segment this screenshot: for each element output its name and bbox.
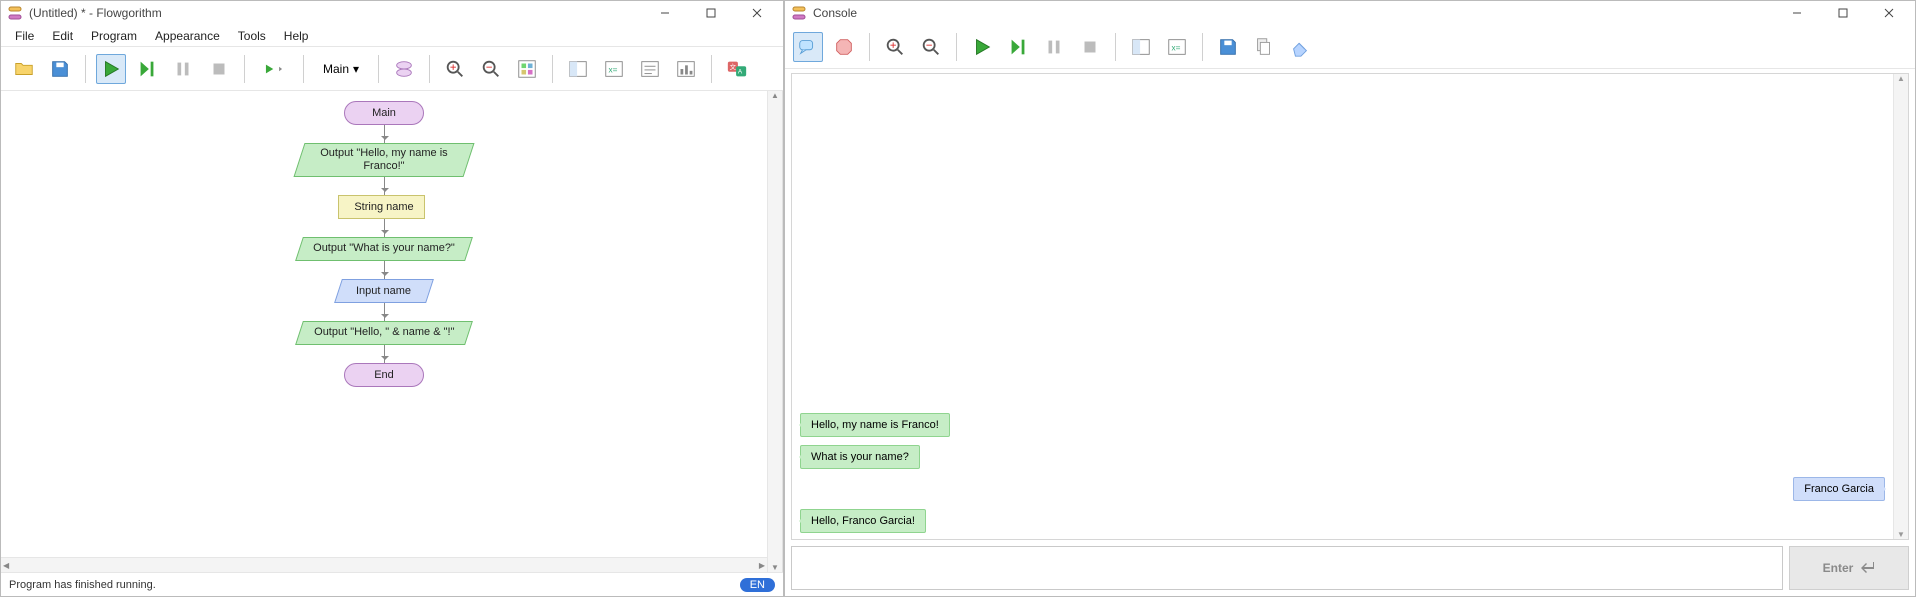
flow-arrow	[384, 261, 385, 279]
zoom-out-icon[interactable]	[916, 32, 946, 62]
statusbar: Program has finished running. EN	[1, 572, 783, 596]
console-message-out: Hello, Franco Garcia!	[800, 509, 926, 533]
flowchart: Main Output "Hello, my name is Franco!" …	[1, 91, 767, 557]
flowgorithm-window: (Untitled) * - Flowgorithm File Edit Pro…	[0, 0, 784, 597]
node-output-3[interactable]: Output "Hello, " & name & "!"	[295, 321, 473, 345]
function-selected: Main	[323, 62, 349, 76]
menu-program[interactable]: Program	[83, 27, 145, 45]
enter-arrow-icon	[1859, 560, 1875, 577]
zoom-out-icon[interactable]	[476, 54, 506, 84]
flow-arrow	[384, 303, 385, 321]
view-code-icon[interactable]	[563, 54, 593, 84]
minimize-button[interactable]	[645, 1, 685, 25]
horizontal-scrollbar[interactable]: ◀▶	[1, 557, 767, 572]
node-output-2[interactable]: Output "What is your name?"	[295, 237, 473, 261]
flow-arrow	[384, 125, 385, 143]
window-title: Console	[813, 6, 1771, 20]
menu-tools[interactable]: Tools	[230, 27, 274, 45]
stop-icon[interactable]	[204, 54, 234, 84]
titlebar: Console	[785, 1, 1915, 25]
status-message: Program has finished running.	[9, 579, 156, 591]
close-button[interactable]	[737, 1, 777, 25]
app-icon	[791, 5, 807, 21]
node-start[interactable]: Main	[344, 101, 424, 125]
clear-icon[interactable]	[1285, 32, 1315, 62]
layout-icon[interactable]	[512, 54, 542, 84]
maximize-button[interactable]	[1823, 1, 1863, 25]
translate-icon[interactable]: 文A	[722, 54, 752, 84]
menu-appearance[interactable]: Appearance	[147, 27, 228, 45]
console-message-in: Franco Garcia	[1793, 477, 1885, 501]
menubar: File Edit Program Appearance Tools Help	[1, 25, 783, 47]
save-icon[interactable]	[45, 54, 75, 84]
run-icon[interactable]	[967, 32, 997, 62]
function-dropdown[interactable]: Main ▾	[314, 58, 368, 80]
copy-icon[interactable]	[1249, 32, 1279, 62]
window-title: (Untitled) * - Flowgorithm	[29, 6, 639, 20]
console-toolbar: x=	[785, 25, 1915, 69]
flow-arrow	[384, 219, 385, 237]
speed-icon[interactable]	[255, 54, 293, 84]
view-chart-icon[interactable]	[671, 54, 701, 84]
stop-icon[interactable]	[1075, 32, 1105, 62]
menu-file[interactable]: File	[7, 27, 42, 45]
vertical-scrollbar[interactable]: ▲▼	[1893, 74, 1908, 539]
flowchart-canvas[interactable]: Main Output "Hello, my name is Franco!" …	[1, 91, 783, 572]
enter-label: Enter	[1823, 561, 1854, 575]
menu-help[interactable]: Help	[276, 27, 317, 45]
chevron-down-icon: ▾	[353, 62, 359, 76]
menu-edit[interactable]: Edit	[44, 27, 81, 45]
step-icon[interactable]	[132, 54, 162, 84]
titlebar: (Untitled) * - Flowgorithm	[1, 1, 783, 25]
stop-mode-icon[interactable]	[829, 32, 859, 62]
zoom-in-icon[interactable]	[440, 54, 470, 84]
view-console-icon[interactable]	[635, 54, 665, 84]
language-pill[interactable]: EN	[740, 578, 775, 592]
pause-icon[interactable]	[1039, 32, 1069, 62]
zoom-in-icon[interactable]	[880, 32, 910, 62]
svg-text:A: A	[738, 68, 743, 75]
node-input[interactable]: Input name	[334, 279, 434, 303]
console-input[interactable]	[791, 546, 1783, 590]
console-message-out: What is your name?	[800, 445, 920, 469]
chat-mode-icon[interactable]	[793, 32, 823, 62]
node-declare[interactable]: String name	[343, 195, 425, 219]
view-vars-icon[interactable]: x=	[599, 54, 629, 84]
step-icon[interactable]	[1003, 32, 1033, 62]
maximize-button[interactable]	[691, 1, 731, 25]
view-code-icon[interactable]	[1126, 32, 1156, 62]
console-window: Console x= Hello, my name is Franco! Wha…	[784, 0, 1916, 597]
svg-text:文: 文	[730, 62, 737, 71]
console-input-row: Enter	[791, 546, 1909, 590]
add-shape-icon[interactable]	[389, 54, 419, 84]
vertical-scrollbar[interactable]: ▲▼	[767, 91, 782, 572]
editor-toolbar: Main ▾ x= 文A	[1, 47, 783, 91]
run-icon[interactable]	[96, 54, 126, 84]
node-output-1[interactable]: Output "Hello, my name is Franco!"	[293, 143, 474, 177]
pause-icon[interactable]	[168, 54, 198, 84]
open-icon[interactable]	[9, 54, 39, 84]
svg-text:x=: x=	[609, 65, 618, 74]
svg-text:x=: x=	[1172, 43, 1181, 52]
flow-arrow	[384, 345, 385, 363]
console-output[interactable]: Hello, my name is Franco! What is your n…	[791, 73, 1909, 540]
view-vars-icon[interactable]: x=	[1162, 32, 1192, 62]
console-body: Hello, my name is Franco! What is your n…	[785, 69, 1915, 596]
app-icon	[7, 5, 23, 21]
save-icon[interactable]	[1213, 32, 1243, 62]
close-button[interactable]	[1869, 1, 1909, 25]
flow-arrow	[384, 177, 385, 195]
minimize-button[interactable]	[1777, 1, 1817, 25]
enter-button[interactable]: Enter	[1789, 546, 1909, 590]
node-end[interactable]: End	[344, 363, 424, 387]
console-message-out: Hello, my name is Franco!	[800, 413, 950, 437]
